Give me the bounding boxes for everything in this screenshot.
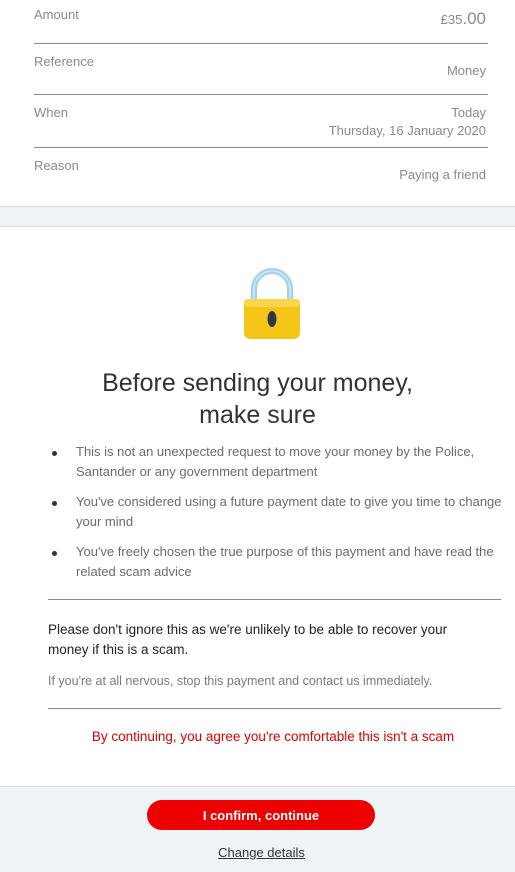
reason-label: Reason [34, 158, 79, 173]
confirm-continue-button[interactable]: I confirm, continue [147, 800, 375, 830]
change-details-link[interactable]: Change details [0, 845, 515, 860]
heading-line-2: make sure [199, 401, 316, 429]
amount-label: Amount [34, 7, 79, 22]
reference-label: Reference [34, 54, 94, 69]
heading-line-1: Before sending your money, [102, 369, 413, 397]
amount-pence: .00 [462, 9, 486, 28]
when-label: When [34, 105, 68, 120]
amount-value: £35.00 [441, 9, 486, 29]
amount-row: Amount £35.00 [34, 0, 488, 44]
when-value: Today [451, 105, 486, 120]
warning-heading: Before sending your money, make sure [0, 367, 515, 431]
checklist: This is not an unexpected request to mov… [48, 442, 503, 592]
amount-whole: £35 [440, 12, 463, 27]
reason-value: Paying a friend [399, 167, 486, 182]
checklist-item: You've considered using a future payment… [48, 492, 503, 532]
scam-warning-card: Before sending your money, make sure Thi… [0, 226, 515, 787]
divider [48, 599, 501, 600]
nervous-advice: If you're at all nervous, stop this paym… [48, 674, 433, 688]
divider [48, 708, 501, 709]
payment-summary-card: Amount £35.00 Reference Money When Today… [0, 0, 515, 207]
agreement-text: By continuing, you agree you're comforta… [91, 729, 455, 744]
padlock-icon [244, 268, 300, 339]
checklist-item: You've freely chosen the true purpose of… [48, 542, 503, 582]
when-row: When Today Thursday, 16 January 2020 [34, 95, 488, 148]
reference-value: Money [446, 63, 486, 78]
when-date: Thursday, 16 January 2020 [328, 123, 486, 138]
checklist-item: This is not an unexpected request to mov… [48, 442, 503, 482]
reference-row: Reference Money [34, 44, 488, 95]
reason-row: Reason Paying a friend [34, 148, 488, 198]
recovery-notice: Please don't ignore this as we're unlike… [48, 622, 448, 657]
